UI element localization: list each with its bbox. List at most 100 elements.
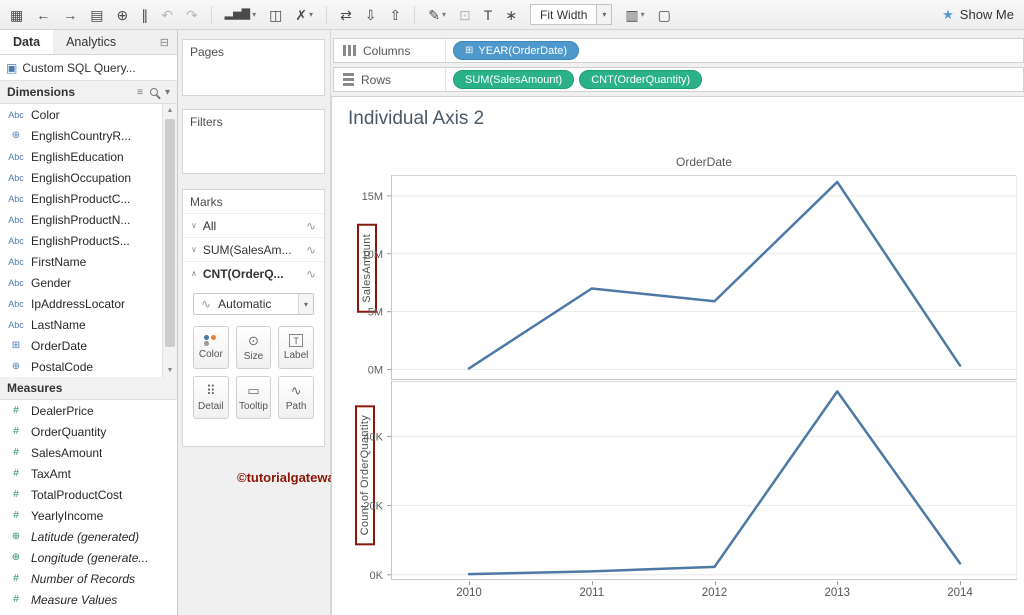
pill-cnt-orderquantity[interactable]: CNT(OrderQuantity) (579, 70, 702, 89)
columns-shelf[interactable]: Columns ⊞YEAR(OrderDate) (333, 38, 1024, 63)
field-postalcode[interactable]: ⊕PostalCode (0, 356, 177, 377)
pill-label: YEAR(OrderDate) (478, 45, 567, 57)
field-yearlyincome[interactable]: #YearlyIncome (0, 505, 177, 526)
field-color[interactable]: AbcColor (0, 104, 177, 125)
scroll-up-icon[interactable]: ▲ (163, 107, 177, 114)
rows-label: Rows (361, 73, 391, 87)
pause-updates-icon[interactable]: ∥ (141, 8, 148, 22)
scrollbar-thumb[interactable] (165, 119, 175, 347)
group-members-icon[interactable]: ⊡ (459, 8, 471, 22)
field-label: TotalProductCost (31, 488, 122, 502)
field-totalproductcost[interactable]: #TotalProductCost (0, 484, 177, 505)
marks-layer-cnt-orderq[interactable]: ∧CNT(OrderQ...∿ (183, 261, 324, 285)
tableau-logo-icon[interactable]: ▦ (10, 8, 23, 22)
chevron-down-icon: ▾ (442, 11, 446, 19)
save-icon[interactable]: ▤ (90, 8, 103, 22)
sort-descending-icon[interactable]: ⇧ (390, 8, 402, 22)
new-worksheet-icon[interactable]: ▂▅▇▾ (225, 9, 256, 20)
field-englishoccupation[interactable]: AbcEnglishOccupation (0, 167, 177, 188)
field-type-icon: # (4, 426, 28, 437)
rows-shelf[interactable]: Rows SUM(SalesAmount) CNT(OrderQuantity) (333, 67, 1024, 92)
pill-year-orderdate[interactable]: ⊞YEAR(OrderDate) (453, 41, 579, 60)
dimensions-list: AbcColor⊕EnglishCountryR...AbcEnglishEdu… (0, 104, 177, 377)
chevron-down-icon[interactable]: ▾ (165, 87, 170, 98)
back-icon[interactable]: ← (36, 8, 50, 22)
fix-axes-icon[interactable]: ∗ (505, 8, 517, 22)
field-label: LastName (31, 318, 86, 332)
field-number-of-records[interactable]: #Number of Records (0, 568, 177, 589)
field-salesamount[interactable]: #SalesAmount (0, 442, 177, 463)
field-dealerprice[interactable]: #DealerPrice (0, 400, 177, 421)
mark-type-dropdown[interactable]: ∿ Automatic ▾ (193, 293, 314, 315)
undo-icon[interactable]: ↶ (161, 8, 173, 22)
field-label: EnglishProductS... (31, 234, 130, 248)
clear-sheet-icon[interactable]: ✗▾ (295, 8, 313, 22)
field-label: EnglishEducation (31, 150, 124, 164)
forward-icon[interactable]: → (63, 8, 77, 22)
view-options-icon[interactable]: ≡ (137, 87, 143, 98)
svg-text:0M: 0M (368, 365, 383, 377)
tab-analytics[interactable]: Analytics (53, 30, 129, 54)
fit-selector[interactable]: Fit Width▾ (530, 4, 612, 25)
tab-data[interactable]: Data (0, 30, 53, 54)
svg-text:0K: 0K (370, 570, 384, 580)
field-type-icon: Abc (4, 110, 28, 120)
chart-panel-orderquantity[interactable]: 0K20K40K (345, 381, 1017, 580)
field-englisheducation[interactable]: AbcEnglishEducation (0, 146, 177, 167)
field-gender[interactable]: AbcGender (0, 272, 177, 293)
field-type-icon: Abc (4, 215, 28, 225)
presentation-mode-icon[interactable]: ▢ (658, 8, 671, 22)
show-mark-labels-icon[interactable]: T (484, 8, 493, 22)
x-tick-mark (592, 581, 593, 585)
field-orderquantity[interactable]: #OrderQuantity (0, 421, 177, 442)
field-englishproductc[interactable]: AbcEnglishProductC... (0, 188, 177, 209)
show-hide-cards-icon[interactable]: ▥▾ (625, 8, 644, 22)
size-button[interactable]: ⊙Size (236, 326, 272, 369)
pane-options-icon[interactable]: ⊟ (152, 30, 177, 54)
rows-shelf-label: Rows (334, 68, 446, 91)
field-lastname[interactable]: AbcLastName (0, 314, 177, 335)
field-measure-values[interactable]: #Measure Values (0, 589, 177, 610)
scroll-down-icon[interactable]: ▼ (163, 367, 177, 374)
line-mark-icon: ∿ (201, 297, 211, 311)
field-englishproductn[interactable]: AbcEnglishProductN... (0, 209, 177, 230)
line-mark-icon: ∿ (306, 267, 316, 281)
pages-shelf[interactable]: Pages (182, 39, 325, 96)
field-englishcountryr[interactable]: ⊕EnglishCountryR... (0, 125, 177, 146)
field-latitude-generated[interactable]: ⊕Latitude (generated) (0, 526, 177, 547)
search-icon[interactable] (150, 88, 158, 96)
duplicate-sheet-icon[interactable]: ◫ (269, 8, 282, 22)
pill-sum-salesamount[interactable]: SUM(SalesAmount) (453, 70, 574, 89)
mark-button-label: Tooltip (239, 401, 268, 412)
show-me-button[interactable]: ★Show Me (942, 7, 1014, 23)
color-button[interactable]: Color (193, 326, 229, 369)
x-tick-label: 2011 (579, 587, 604, 599)
sort-ascending-icon[interactable]: ⇩ (365, 8, 377, 22)
field-type-icon: Abc (4, 299, 28, 309)
filters-shelf[interactable]: Filters (182, 109, 325, 174)
dimensions-header: Dimensions ≡ ▾ (0, 81, 177, 104)
field-orderdate[interactable]: ⊞OrderDate (0, 335, 177, 356)
highlight-icon[interactable]: ✎▾ (428, 8, 446, 22)
field-longitude-generate[interactable]: ⊕Longitude (generate... (0, 547, 177, 568)
chart-panel-salesamount[interactable]: 0M5M10M15M (345, 175, 1017, 380)
swap-axes-icon[interactable]: ⇄ (340, 8, 352, 22)
field-ipaddresslocator[interactable]: AbcIpAddressLocator (0, 293, 177, 314)
dimensions-scrollbar[interactable]: ▲ ▼ (162, 104, 177, 377)
redo-icon[interactable]: ↷ (186, 8, 198, 22)
marks-layer-all[interactable]: ∨All∿ (183, 213, 324, 237)
field-label: Longitude (generate... (31, 551, 148, 565)
field-firstname[interactable]: AbcFirstName (0, 251, 177, 272)
tooltip-button[interactable]: ▭ Tooltip (236, 376, 272, 419)
tooltip-icon: ▭ (247, 383, 259, 398)
field-taxamt[interactable]: #TaxAmt (0, 463, 177, 484)
path-button[interactable]: ∿Path (278, 376, 314, 419)
field-englishproducts[interactable]: AbcEnglishProductS... (0, 230, 177, 251)
detail-button[interactable]: ⠿Detail (193, 376, 229, 419)
add-datasource-icon[interactable]: ⊕ (116, 8, 128, 22)
field-label: FirstName (31, 255, 86, 269)
label-button[interactable]: TLabel (278, 326, 314, 369)
datasource-row[interactable]: ▣ Custom SQL Query... (0, 55, 177, 81)
marks-layer-sum-salesam[interactable]: ∨SUM(SalesAm...∿ (183, 237, 324, 261)
field-label: Number of Records (31, 572, 135, 586)
